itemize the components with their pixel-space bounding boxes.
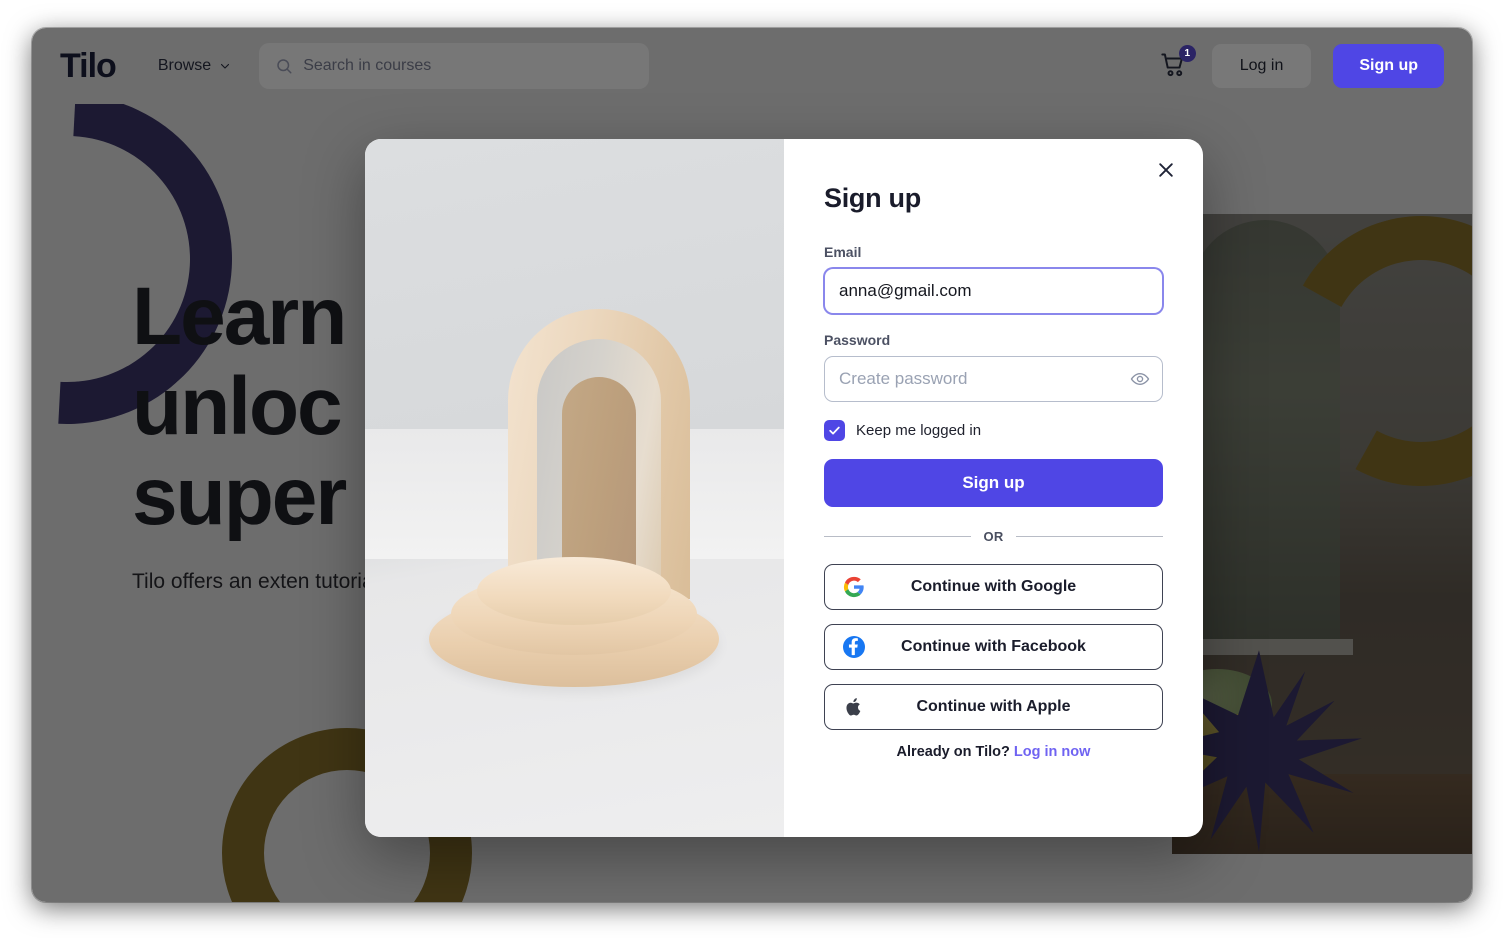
continue-with-apple-button[interactable]: Continue with Apple <box>824 684 1163 730</box>
divider-row: OR <box>824 529 1164 544</box>
browser-window: Learn unloc super Tilo offers an exten t… <box>32 28 1472 902</box>
email-label: Email <box>824 244 862 260</box>
keep-logged-in-checkbox[interactable] <box>824 420 845 441</box>
continue-with-facebook-label: Continue with Facebook <box>901 638 1086 655</box>
continue-with-google-button[interactable]: Continue with Google <box>824 564 1163 610</box>
continue-with-apple-label: Continue with Apple <box>916 698 1071 715</box>
login-button[interactable]: Log in <box>1211 44 1312 88</box>
divider-label: OR <box>983 529 1004 544</box>
password-label: Password <box>824 332 891 348</box>
chevron-down-icon <box>221 63 230 69</box>
email-field-wrap <box>824 268 1163 314</box>
illustration-arch-outer <box>508 309 690 599</box>
search-icon <box>277 59 292 74</box>
illustration-podium-top <box>477 557 671 625</box>
signup-form: Sign up Email Password <box>784 139 1203 837</box>
login-now-link[interactable]: Log in now <box>1014 744 1091 760</box>
password-input[interactable] <box>824 356 1163 402</box>
signup-modal: Sign up Email Password <box>365 139 1203 837</box>
check-icon <box>829 426 840 435</box>
cart-button[interactable]: 1 <box>1160 45 1196 81</box>
facebook-icon <box>842 635 866 659</box>
browse-menu-label: Browse <box>157 57 212 74</box>
toggle-password-visibility-button[interactable] <box>1129 368 1151 390</box>
google-icon <box>842 575 866 599</box>
search-input[interactable]: Search in courses <box>259 43 650 89</box>
signup-button-nav[interactable]: Sign up <box>1333 44 1444 88</box>
search-placeholder: Search in courses <box>303 57 432 74</box>
brand-logo[interactable]: Tilo <box>60 47 117 86</box>
close-modal-button[interactable] <box>1151 155 1181 185</box>
continue-with-google-label: Continue with Google <box>910 578 1077 595</box>
cart-badge-count: 1 <box>1178 45 1196 62</box>
keep-logged-in-label[interactable]: Keep me logged in <box>856 422 981 439</box>
eye-icon <box>1130 372 1150 386</box>
keep-logged-in-row[interactable]: Keep me logged in <box>824 420 1163 441</box>
top-navigation-bar: Tilo Browse Search in courses 1 Log in S… <box>32 28 1472 104</box>
apple-icon <box>842 695 866 719</box>
submit-signup-button[interactable]: Sign up <box>824 459 1163 507</box>
login-prompt: Already on Tilo? Log in now <box>824 744 1163 760</box>
page-root: Learn unloc super Tilo offers an exten t… <box>32 28 1472 902</box>
continue-with-facebook-button[interactable]: Continue with Facebook <box>824 624 1163 670</box>
password-field-wrap <box>824 356 1163 402</box>
login-prompt-text: Already on Tilo? <box>896 744 1010 760</box>
modal-illustration <box>365 139 784 837</box>
browse-menu[interactable]: Browse <box>158 57 231 75</box>
divider-line-right <box>1015 536 1164 537</box>
email-input[interactable] <box>824 268 1163 314</box>
nav-right-group: 1 Log in Sign up <box>1160 44 1444 88</box>
divider-line-left <box>824 536 972 537</box>
close-icon <box>1159 163 1173 177</box>
modal-title: Sign up <box>824 183 921 213</box>
